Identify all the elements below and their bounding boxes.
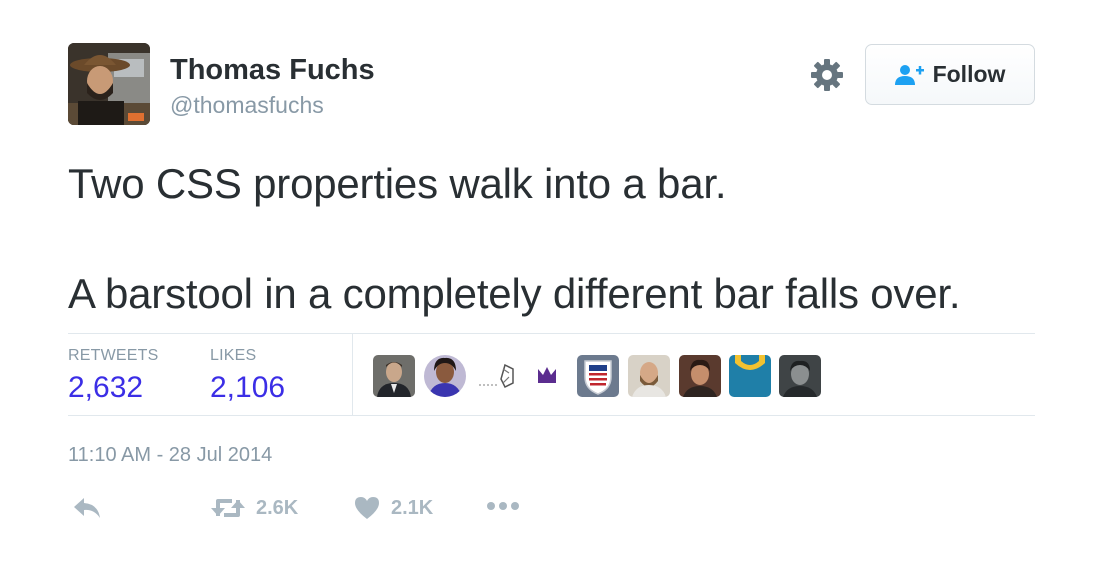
more-button[interactable] <box>485 500 521 512</box>
purple-crown-avatar[interactable] <box>526 355 568 397</box>
retweet-button[interactable]: 2.6K <box>210 496 298 520</box>
woman-portrait-avatar[interactable] <box>424 355 466 397</box>
retweet-count: 2.6K <box>256 496 299 519</box>
reply-button[interactable] <box>72 496 102 520</box>
retweets-count: 2,632 <box>68 371 144 404</box>
follow-button-label: Follow <box>932 61 1006 87</box>
heart-icon <box>355 497 379 519</box>
tweet-actions: 2.6K 2.1K <box>0 496 1104 528</box>
reply-icon <box>74 498 100 518</box>
tweet-text: Two CSS properties walk into a bar. A ba… <box>68 156 1068 321</box>
retweets-label: RETWEETS <box>68 347 159 364</box>
man-grey-avatar[interactable] <box>779 355 821 397</box>
likes-stat[interactable]: LIKES 2,106 <box>210 347 285 405</box>
likes-count: 2,106 <box>210 371 286 404</box>
divider <box>68 333 1035 334</box>
tweet-text-line-2: A barstool in a completely different bar… <box>68 270 961 317</box>
bearded-man-avatar[interactable] <box>628 355 670 397</box>
follow-button[interactable]: Follow <box>865 44 1035 105</box>
author-avatar[interactable] <box>68 43 150 125</box>
profile-photo-icon <box>68 43 150 125</box>
gear-icon[interactable] <box>810 58 844 92</box>
man-dark-hair-avatar[interactable] <box>679 355 721 397</box>
like-button[interactable]: 2.1K <box>353 496 433 520</box>
man-in-suit-avatar[interactable] <box>373 355 415 397</box>
likes-label: LIKES <box>210 347 257 364</box>
like-count: 2.1K <box>391 496 434 519</box>
retweets-stat[interactable]: RETWEETS 2,632 <box>68 347 159 405</box>
usa-shield-avatar[interactable] <box>577 355 619 397</box>
sketch-logo-avatar[interactable] <box>475 355 517 397</box>
add-user-icon <box>894 64 924 85</box>
divider <box>68 415 1035 416</box>
yellow-blue-logo-avatar[interactable] <box>729 355 771 397</box>
tweet-timestamp[interactable]: 11:10 AM - 28 Jul 2014 <box>68 444 272 467</box>
author-name[interactable]: Thomas Fuchs <box>170 54 375 87</box>
retweet-icon <box>211 499 245 517</box>
tweet-text-line-1: Two CSS properties walk into a bar. <box>68 160 727 207</box>
more-dots-icon <box>487 502 519 510</box>
stats-divider <box>352 334 353 415</box>
author-handle[interactable]: @thomasfuchs <box>170 92 324 119</box>
